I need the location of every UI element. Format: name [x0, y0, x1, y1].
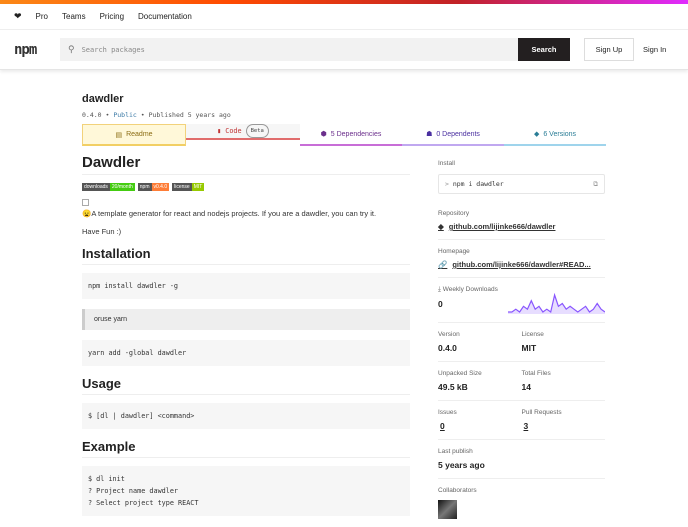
header: npm ⚲ Search packages Search Sign Up Sign…	[0, 30, 688, 70]
badges: downloads 20/month npm v0.4.0 license MIT	[82, 183, 410, 191]
example-code: $ dl init ? Project name dawdler ? Selec…	[82, 466, 410, 516]
code-icon: ▮	[217, 127, 222, 135]
license-badge: license MIT	[172, 183, 205, 191]
install-code: npm install dawdler -g	[82, 273, 410, 299]
yarn-code: yarn add -global dawdler	[82, 340, 410, 366]
readme-icon: ▤	[115, 131, 123, 139]
tab-dependencies[interactable]: ⬢ 5 Dependencies	[300, 124, 402, 146]
sign-up-button[interactable]: Sign Up	[584, 38, 634, 61]
tag-icon: ◆	[533, 131, 540, 138]
beta-badge: Beta	[245, 124, 269, 138]
broken-image-icon	[82, 199, 89, 206]
last-publish-value: 5 years ago	[438, 460, 485, 470]
dependents-icon: ☗	[426, 131, 433, 138]
tab-code[interactable]: ▮ Code Beta	[186, 124, 300, 140]
box-icon: ⬢	[320, 131, 327, 138]
search-input[interactable]: ⚲ Search packages	[60, 38, 518, 61]
readme-content: Dawdler downloads 20/month npm v0.4.0 lice…	[82, 154, 410, 526]
package-tabs: ▤ Readme ▮ Code Beta ⬢ 5 Dependencies ☗ 0 Dep…	[82, 124, 606, 146]
search-button[interactable]: Search	[518, 38, 570, 61]
downloads-badge: downloads 20/month	[82, 183, 135, 191]
sign-in-link[interactable]: Sign In	[643, 45, 666, 54]
example-heading: Example	[82, 439, 410, 458]
tab-versions[interactable]: ◆ 6 Versions	[504, 124, 606, 146]
downloads-sparkline	[508, 292, 605, 314]
total-files-value: 14	[521, 382, 531, 392]
license-value: MIT	[521, 343, 537, 353]
package-name: dawdler	[82, 93, 124, 105]
installation-heading: Installation	[82, 246, 410, 265]
usage-heading: Usage	[82, 376, 410, 395]
heart-icon[interactable]: ❤	[14, 11, 22, 22]
repository-link[interactable]: ◆ github.com/lijinke666/dawdler	[438, 222, 605, 231]
link-icon: 🔗	[438, 260, 448, 269]
nav-pricing[interactable]: Pricing	[100, 12, 124, 21]
readme-title: Dawdler	[82, 154, 410, 175]
yarn-quote: oruse yarn	[82, 309, 410, 330]
homepage-link[interactable]: 🔗 github.com/lijinke666/dawdler#READ...	[438, 260, 605, 269]
fun-text: Have Fun :)	[82, 227, 122, 236]
usage-code: $ [dl | dawdler] <command>	[82, 403, 410, 429]
weekly-downloads-count: 0	[438, 299, 443, 309]
git-icon: ◆	[438, 222, 444, 231]
npm-badge: npm v0.4.0	[137, 183, 170, 191]
tab-readme[interactable]: ▤ Readme	[82, 124, 186, 146]
search-icon: ⚲	[68, 44, 75, 55]
version-value: 0.4.0	[438, 343, 457, 353]
collaborator-avatar[interactable]	[438, 500, 457, 519]
nav-teams[interactable]: Teams	[62, 12, 86, 21]
nav-pro[interactable]: Pro	[36, 12, 48, 21]
copy-icon[interactable]: ⧉	[593, 180, 598, 189]
unpacked-size-value: 49.5 kB	[438, 382, 468, 392]
package-header: dawdler 0.4.0 • Public • Published 5 yea…	[82, 93, 231, 119]
tab-dependents[interactable]: ☗ 0 Dependents	[402, 124, 504, 146]
pull-requests-link[interactable]: 3	[522, 421, 606, 431]
search-placeholder: Search packages	[81, 45, 145, 54]
download-icon: ⤓	[438, 286, 441, 293]
intro-text: 😦A template generator for react and node…	[82, 209, 377, 218]
install-label: Install	[438, 160, 455, 167]
install-command-box[interactable]: > npm i dawdler ⧉	[438, 174, 605, 194]
top-nav: ❤ Pro Teams Pricing Documentation	[0, 4, 688, 30]
npm-logo[interactable]: npm	[14, 42, 60, 58]
issues-link[interactable]: 0	[438, 421, 522, 431]
sidebar: Install > npm i dawdler ⧉ Repository ◆ git…	[438, 160, 605, 527]
nav-documentation[interactable]: Documentation	[138, 12, 192, 21]
package-meta: 0.4.0 • Public • Published 5 years ago	[82, 111, 231, 119]
